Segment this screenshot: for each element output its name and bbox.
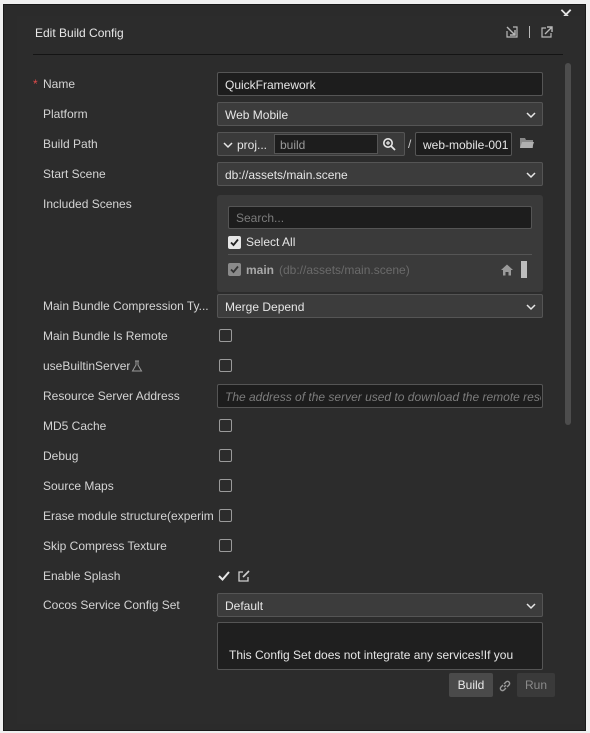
select-all-checkbox[interactable]: Select All <box>228 235 295 249</box>
name-value: QuickFramework <box>225 78 316 92</box>
use-builtin-server-row: useBuiltinServer <box>17 354 557 378</box>
source-maps-label: Source Maps <box>43 479 114 493</box>
included-scenes-box: Search... Select All main (db://assets/m… <box>217 195 543 292</box>
included-scenes-label: Included Scenes <box>43 197 132 211</box>
platform-select[interactable]: Web Mobile <box>217 102 543 126</box>
resource-server-address-row: Resource Server Address The address of t… <box>17 384 557 408</box>
scene-search-placeholder: Search... <box>236 211 285 225</box>
enable-splash-row: Enable Splash <box>17 564 557 588</box>
name-input[interactable]: QuickFramework <box>217 72 543 96</box>
chevron-down-icon <box>526 600 536 610</box>
home-icon[interactable] <box>500 263 514 277</box>
debug-checkbox[interactable] <box>219 449 232 462</box>
scene-checkbox[interactable] <box>228 263 241 276</box>
required-mark: * <box>33 77 38 91</box>
skip-compress-texture-row: Skip Compress Texture <box>17 534 557 558</box>
cocos-service-config-row: Cocos Service Config Set Default <box>17 593 557 617</box>
chevron-down-icon <box>526 169 536 179</box>
build-path-folder-group: proj... build <box>217 132 405 156</box>
link-icon[interactable] <box>498 679 512 693</box>
main-bundle-is-remote-label: Main Bundle Is Remote <box>43 329 168 343</box>
panel-title: Edit Build Config <box>35 26 124 40</box>
header-actions <box>505 25 554 39</box>
scene-list-item: main (db://assets/main.scene) <box>228 261 532 279</box>
select-all-label: Select All <box>246 235 296 249</box>
open-folder-icon[interactable] <box>519 136 535 150</box>
config-set-description-text: This Config Set does not integrate any s… <box>229 648 514 662</box>
export-icon[interactable] <box>540 25 554 39</box>
header-divider-line <box>33 54 563 55</box>
erase-module-structure-checkbox[interactable] <box>219 509 232 522</box>
build-button[interactable]: Build <box>449 673 493 697</box>
build-path-name-value: web-mobile-001 <box>423 138 509 152</box>
start-scene-label: Start Scene <box>43 167 106 181</box>
start-scene-row: Start Scene db://assets/main.scene <box>17 162 557 186</box>
platform-label: Platform <box>43 107 88 121</box>
use-builtin-server-label: useBuiltinServer <box>43 359 131 373</box>
name-row: * Name QuickFramework <box>17 72 557 96</box>
start-scene-select[interactable]: db://assets/main.scene <box>217 162 543 186</box>
build-path-row: Build Path proj... build / web-mobile-00… <box>17 132 557 156</box>
enable-splash-checkbox[interactable] <box>217 569 231 583</box>
md5-cache-row: MD5 Cache <box>17 414 557 438</box>
scene-name: main <box>246 263 275 277</box>
run-button[interactable]: Run <box>517 673 555 697</box>
scene-list-divider <box>228 254 532 255</box>
main-bundle-compression-select[interactable]: Merge Depend <box>217 294 543 318</box>
build-path-prefix[interactable]: proj... <box>237 138 267 152</box>
build-path-folder-input[interactable]: build <box>274 134 378 154</box>
edit-build-config-panel: Edit Build Config * Name QuickFramework … <box>17 16 582 724</box>
name-label: Name <box>43 77 76 91</box>
start-scene-value: db://assets/main.scene <box>225 168 348 182</box>
md5-cache-label: MD5 Cache <box>43 419 107 433</box>
path-separator: / <box>408 137 412 151</box>
skip-compress-texture-checkbox[interactable] <box>219 539 232 552</box>
cocos-service-config-value: Default <box>225 599 264 613</box>
build-path-folder-value: build <box>280 138 306 152</box>
debug-row: Debug <box>17 444 557 468</box>
platform-value: Web Mobile <box>225 108 289 122</box>
cocos-service-config-select[interactable]: Default <box>217 593 543 617</box>
resource-server-address-label: Resource Server Address <box>43 389 180 403</box>
md5-cache-checkbox[interactable] <box>219 419 232 432</box>
scene-search-input[interactable]: Search... <box>228 206 532 229</box>
source-maps-row: Source Maps <box>17 474 557 498</box>
main-bundle-is-remote-checkbox[interactable] <box>219 329 232 342</box>
config-set-description: This Config Set does not integrate any s… <box>217 622 543 670</box>
check-icon <box>228 235 241 249</box>
vertical-scrollbar[interactable] <box>565 63 571 425</box>
main-bundle-compression-row: Main Bundle Compression Ty... Merge Depe… <box>17 294 557 318</box>
erase-module-structure-row: Erase module structure(experim <box>17 504 557 528</box>
erase-module-structure-label: Erase module structure(experim <box>43 509 213 523</box>
enable-splash-label: Enable Splash <box>43 569 121 583</box>
cocos-service-config-label: Cocos Service Config Set <box>43 598 180 612</box>
scene-drag-handle[interactable] <box>521 261 527 278</box>
resource-server-address-placeholder: The address of the server used to downlo… <box>225 390 541 404</box>
import-icon[interactable] <box>505 25 519 39</box>
build-path-name-input[interactable]: web-mobile-001 <box>415 132 512 156</box>
main-bundle-compression-value: Merge Depend <box>225 300 305 314</box>
chevron-down-icon[interactable] <box>223 139 233 149</box>
chevron-down-icon <box>526 301 536 311</box>
flask-icon <box>131 360 143 372</box>
header-divider <box>529 26 530 38</box>
scene-path: (db://assets/main.scene) <box>279 263 410 277</box>
resource-server-address-input[interactable]: The address of the server used to downlo… <box>217 384 543 408</box>
use-builtin-server-checkbox[interactable] <box>219 359 232 372</box>
chevron-down-icon <box>526 109 536 119</box>
source-maps-checkbox[interactable] <box>219 479 232 492</box>
debug-label: Debug <box>43 449 79 463</box>
search-icon[interactable] <box>382 137 396 151</box>
platform-row: Platform Web Mobile <box>17 102 557 126</box>
skip-compress-texture-label: Skip Compress Texture <box>43 539 167 553</box>
build-path-label: Build Path <box>43 137 98 151</box>
edit-icon[interactable] <box>237 569 251 583</box>
main-bundle-is-remote-row: Main Bundle Is Remote <box>17 324 557 348</box>
main-bundle-compression-label: Main Bundle Compression Ty... <box>43 299 209 313</box>
